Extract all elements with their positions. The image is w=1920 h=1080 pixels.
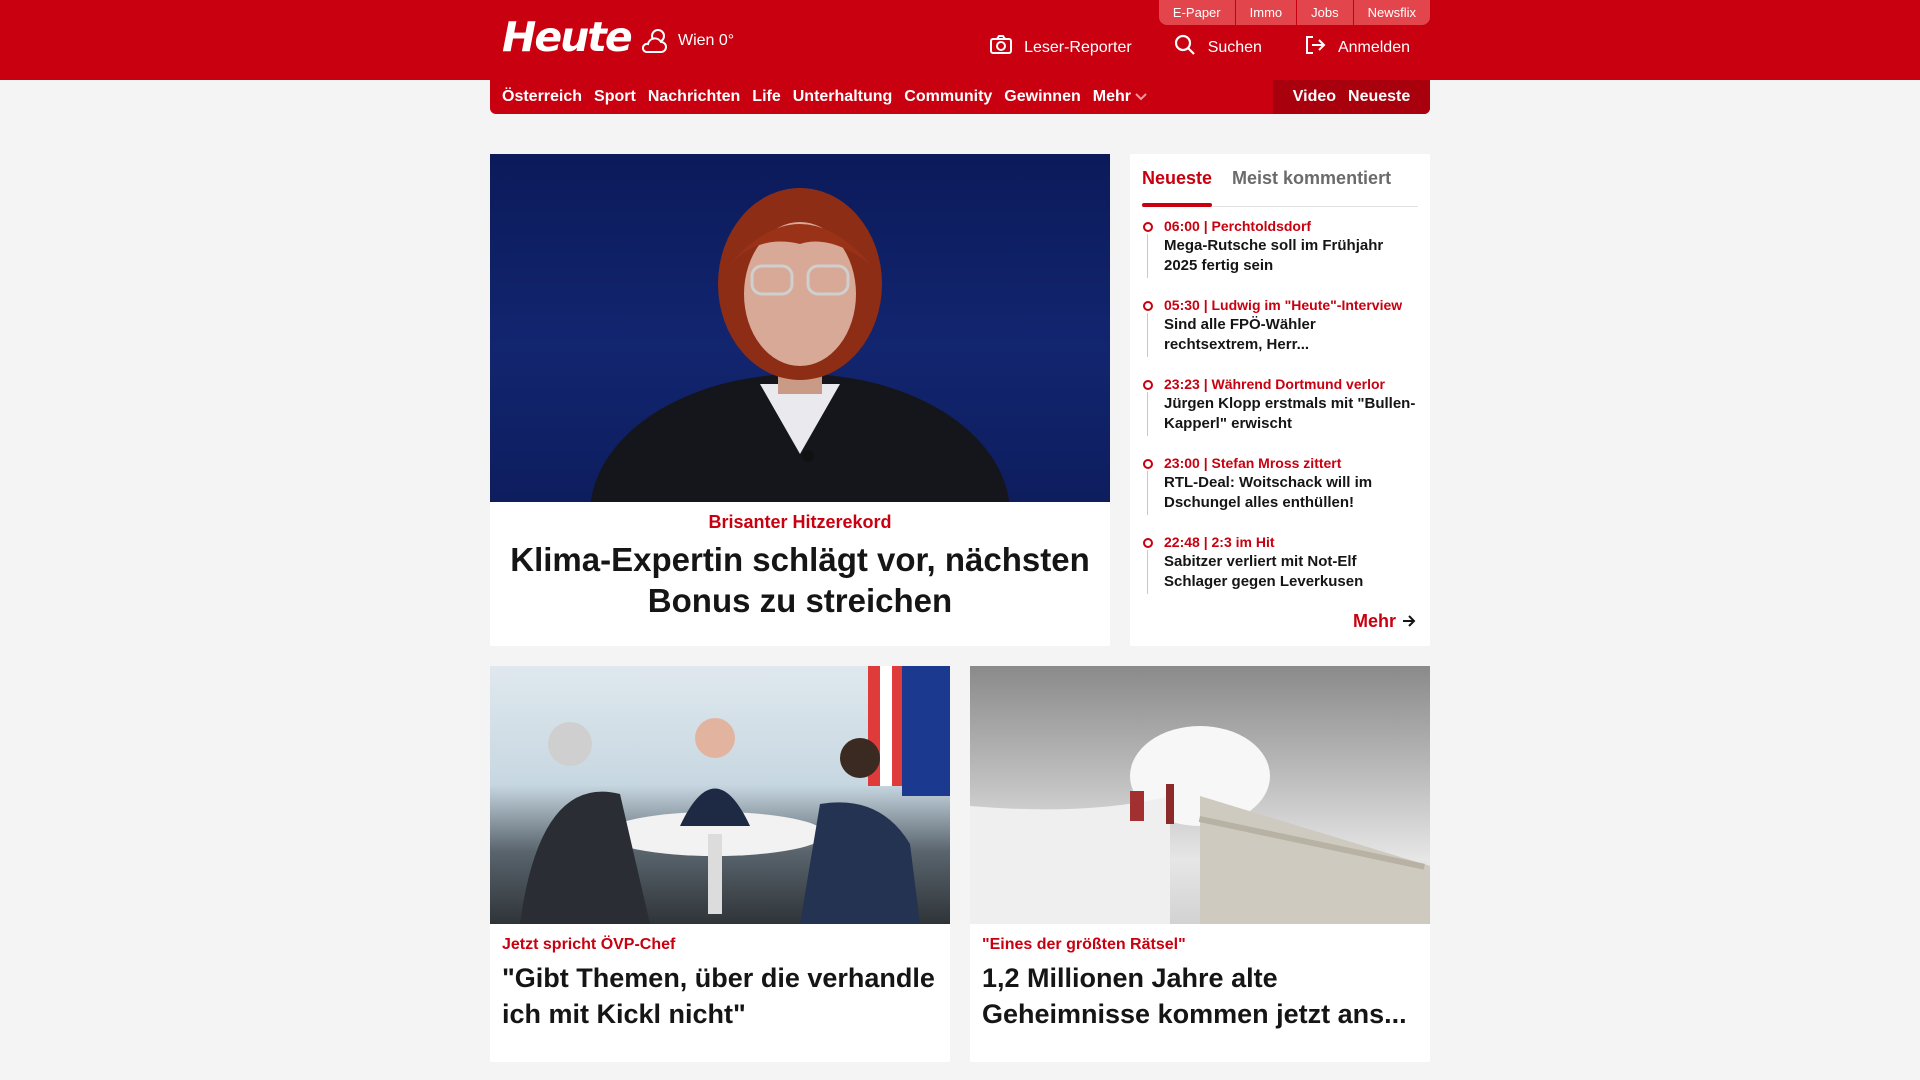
- top-link-jobs[interactable]: Jobs: [1296, 0, 1353, 25]
- feed-item[interactable]: 06:00 | Perchtoldsdorf Mega-Rutsche soll…: [1142, 216, 1418, 295]
- feed-item-title[interactable]: RTL-Deal: Woitschack will im Dschungel a…: [1164, 473, 1418, 513]
- nav-more-dropdown[interactable]: Mehr: [1093, 88, 1147, 106]
- login-icon: [1304, 34, 1326, 61]
- feed-item-meta: 05:30 | Ludwig im "Heute"-Interview: [1164, 297, 1403, 313]
- hero-image[interactable]: [490, 154, 1110, 502]
- article-card-image[interactable]: [490, 666, 950, 924]
- nav-more-label: Mehr: [1092, 88, 1131, 105]
- feed-item-meta: 22:48 | 2:3 im Hit: [1164, 534, 1275, 550]
- hero-article[interactable]: Brisanter Hitzerekord Klima-Expertin sch…: [490, 154, 1110, 646]
- news-feed: 06:00 | Perchtoldsdorf Mega-Rutsche soll…: [1142, 216, 1418, 611]
- top-links: E-Paper Immo Jobs Newsflix: [1158, 0, 1430, 25]
- camera-icon: [990, 35, 1013, 60]
- top-link-newsflix[interactable]: Newsflix: [1352, 0, 1430, 25]
- feed-item-title[interactable]: Jürgen Klopp erstmals mit "Bullen-Kapper…: [1164, 394, 1418, 434]
- weather-widget[interactable]: Wien 0°: [638, 26, 734, 56]
- login-button[interactable]: Anmelden: [1304, 34, 1410, 61]
- tab-neueste[interactable]: Neueste: [1142, 162, 1213, 207]
- nav-item-life[interactable]: Life: [752, 88, 780, 106]
- leser-reporter-label: Leser-Reporter: [1024, 38, 1132, 56]
- sidebar-more-label: Mehr: [1352, 611, 1396, 631]
- timeline-line: [1147, 313, 1148, 357]
- article-card-kicker: Jetzt spricht ÖVP-Chef: [502, 936, 676, 953]
- timeline-line: [1147, 471, 1148, 515]
- hero-headline[interactable]: Klima-Expertin schlägt vor, nächsten Bon…: [490, 539, 1110, 621]
- nav-item-video[interactable]: Video: [1293, 88, 1336, 106]
- article-card[interactable]: Jetzt spricht ÖVP-Chef "Gibt Themen, übe…: [490, 666, 950, 1062]
- nav-item-sport[interactable]: Sport: [594, 88, 636, 106]
- chevron-down-icon: [1135, 88, 1147, 106]
- news-sidebar: Neueste Meist kommentiert 06:00 | Percht…: [1130, 154, 1430, 646]
- top-link-epaper[interactable]: E-Paper: [1158, 0, 1235, 25]
- tab-meist-kommentiert[interactable]: Meist kommentiert: [1232, 162, 1391, 206]
- timeline-dot-icon: [1143, 380, 1153, 390]
- main-nav: Österreich Sport Nachrichten Life Unterh…: [490, 80, 1430, 114]
- timeline-line: [1147, 234, 1148, 278]
- feed-item-meta: 23:23 | Während Dortmund verlor: [1164, 376, 1385, 392]
- sidebar-tabs: Neueste Meist kommentiert: [1142, 162, 1418, 207]
- timeline-dot-icon: [1143, 538, 1153, 548]
- search-label: Suchen: [1207, 38, 1262, 56]
- search-icon: [1174, 34, 1196, 61]
- sidebar-more-link[interactable]: Mehr: [1353, 611, 1416, 632]
- nav-item-unterhaltung[interactable]: Unterhaltung: [793, 88, 893, 106]
- leser-reporter-button[interactable]: Leser-Reporter: [990, 34, 1132, 61]
- header-inner: Heute Wien 0° E-Paper Immo Jobs Newsflix: [490, 0, 1430, 80]
- top-link-immo[interactable]: Immo: [1234, 0, 1297, 25]
- feed-item-title[interactable]: Sind alle FPÖ-Wähler rechtsextrem, Herr.…: [1164, 315, 1418, 355]
- hero-kicker: Brisanter Hitzerekord: [708, 512, 892, 532]
- feed-item[interactable]: 23:00 | Stefan Mross zittert RTL-Deal: W…: [1142, 453, 1418, 532]
- cloud-sun-icon: [638, 26, 670, 56]
- feed-item[interactable]: 05:30 | Ludwig im "Heute"-Interview Sind…: [1142, 295, 1418, 374]
- nav-item-nachrichten[interactable]: Nachrichten: [648, 88, 740, 106]
- site-logo[interactable]: Heute: [502, 14, 633, 60]
- feed-item-title[interactable]: Sabitzer verliert mit Not-Elf Schlager g…: [1164, 552, 1418, 592]
- feed-item-meta: 23:00 | Stefan Mross zittert: [1164, 455, 1342, 471]
- feed-item-title[interactable]: Mega-Rutsche soll im Frühjahr 2025 ferti…: [1164, 236, 1418, 276]
- timeline-dot-icon: [1143, 301, 1153, 311]
- nav-item-gewinnen[interactable]: Gewinnen: [1004, 88, 1080, 106]
- nav-item-community[interactable]: Community: [904, 88, 992, 106]
- nav-item-oesterreich[interactable]: Österreich: [502, 88, 582, 106]
- timeline-line: [1147, 392, 1148, 436]
- search-button[interactable]: Suchen: [1174, 34, 1262, 61]
- login-label: Anmelden: [1337, 38, 1410, 56]
- nav-right: Video Neueste: [1273, 80, 1430, 114]
- header-utilities: Leser-Reporter Suchen Anmelden: [990, 34, 1410, 61]
- site-header: Heute Wien 0° E-Paper Immo Jobs Newsflix: [0, 0, 1920, 80]
- nav-item-neueste[interactable]: Neueste: [1348, 88, 1410, 106]
- article-card-title[interactable]: "Gibt Themen, über die verhandle ich mit…: [502, 960, 938, 1032]
- arrow-right-icon: [1402, 611, 1416, 632]
- weather-text: Wien 0°: [678, 32, 735, 49]
- feed-item[interactable]: 23:23 | Während Dortmund verlor Jürgen K…: [1142, 374, 1418, 453]
- feed-item[interactable]: 22:48 | 2:3 im Hit Sabitzer verliert mit…: [1142, 532, 1418, 611]
- nav-items: Österreich Sport Nachrichten Life Unterh…: [502, 80, 1147, 114]
- feed-item-meta: 06:00 | Perchtoldsdorf: [1164, 218, 1312, 234]
- article-card[interactable]: "Eines der größten Rätsel" 1,2 Millionen…: [970, 666, 1430, 1062]
- article-card-kicker: "Eines der größten Rätsel": [982, 936, 1186, 953]
- article-card-image[interactable]: [970, 666, 1430, 924]
- timeline-line: [1147, 550, 1148, 594]
- article-card-title[interactable]: 1,2 Millionen Jahre alte Geheimnisse kom…: [982, 960, 1418, 1032]
- timeline-dot-icon: [1143, 222, 1153, 232]
- timeline-dot-icon: [1143, 459, 1153, 469]
